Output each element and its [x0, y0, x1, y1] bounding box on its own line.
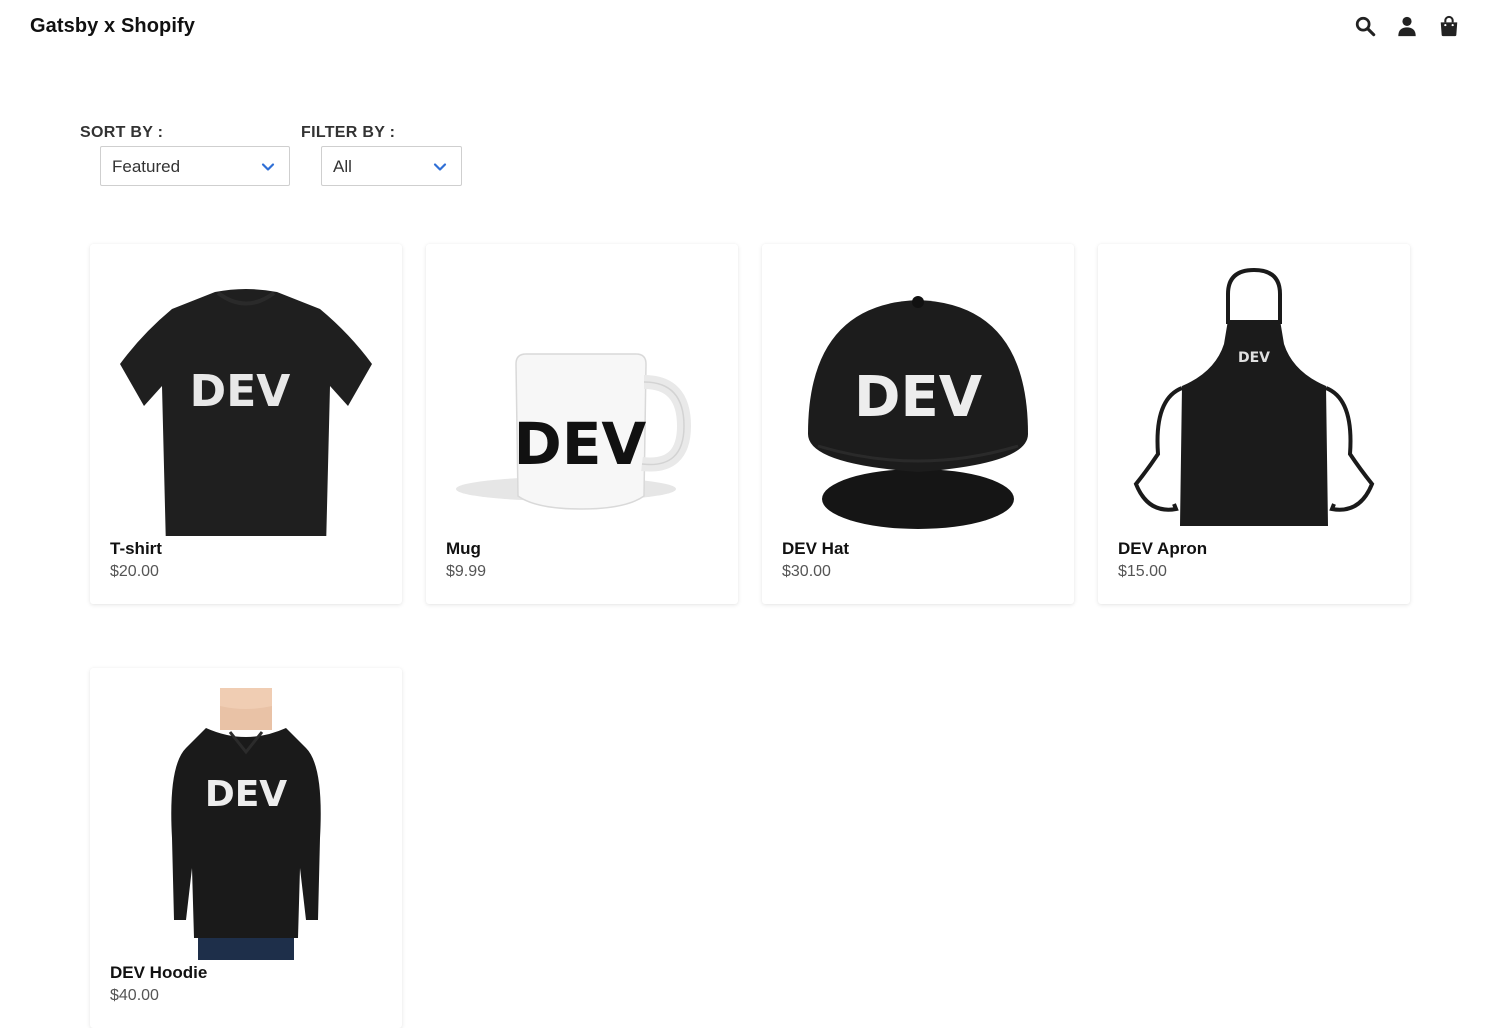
product-price: $30.00	[782, 563, 831, 580]
filter-select-value: All	[333, 157, 352, 176]
product-name[interactable]: DEV Hat	[782, 539, 849, 559]
product-card[interactable]: DEV Mug $9.99	[426, 244, 738, 604]
user-icon[interactable]	[1396, 14, 1418, 38]
product-image-hoodie[interactable]: DEV	[110, 688, 382, 960]
product-name[interactable]: DEV Apron	[1118, 539, 1207, 559]
site-header: Gatsby x Shopify	[0, 0, 1500, 56]
product-price: $40.00	[110, 987, 159, 1004]
product-name[interactable]: Mug	[446, 539, 481, 559]
brand-logo[interactable]: Gatsby x Shopify	[30, 15, 195, 38]
sort-by-label: SORT BY :	[80, 124, 164, 141]
svg-text:DEV: DEV	[514, 410, 647, 478]
product-image-hat[interactable]: DEV	[782, 264, 1054, 536]
shopping-bag-icon[interactable]	[1438, 14, 1460, 38]
svg-text:DEV: DEV	[1238, 350, 1270, 366]
chevron-down-icon	[433, 163, 447, 171]
chevron-down-icon	[261, 163, 275, 171]
search-icon[interactable]	[1354, 14, 1376, 38]
header-icons	[1354, 14, 1460, 38]
product-card[interactable]: DEV DEV Apron $15.00	[1098, 244, 1410, 604]
product-price: $15.00	[1118, 563, 1167, 580]
product-price: $20.00	[110, 563, 159, 580]
product-name[interactable]: T-shirt	[110, 539, 162, 559]
filter-by-label: FILTER BY :	[301, 124, 396, 141]
product-card[interactable]: DEV DEV Hoodie $40.00	[90, 668, 402, 1028]
svg-text:DEV: DEV	[190, 366, 291, 417]
product-image-apron[interactable]: DEV	[1118, 264, 1390, 536]
product-card[interactable]: DEV T-shirt $20.00	[90, 244, 402, 604]
sort-select[interactable]: Featured	[100, 146, 290, 186]
filter-select[interactable]: All	[321, 146, 462, 186]
product-image-tshirt[interactable]: DEV	[110, 264, 382, 536]
product-price: $9.99	[446, 563, 487, 580]
svg-text:DEV: DEV	[205, 774, 287, 815]
svg-text:DEV: DEV	[854, 365, 983, 430]
product-card[interactable]: DEV DEV Hat $30.00	[762, 244, 1074, 604]
product-image-mug[interactable]: DEV	[446, 264, 718, 536]
sort-select-value: Featured	[112, 157, 181, 176]
product-name[interactable]: DEV Hoodie	[110, 963, 207, 983]
